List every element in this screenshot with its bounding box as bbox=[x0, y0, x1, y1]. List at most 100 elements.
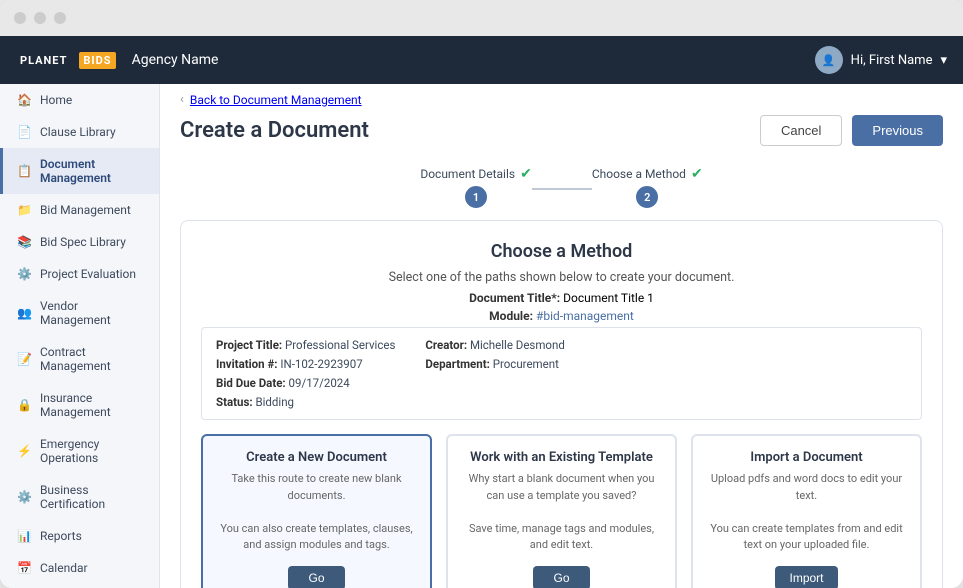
bid-management-icon: 📁 bbox=[17, 203, 32, 217]
sidebar-item-contract-management[interactable]: 📝 Contract Management bbox=[0, 336, 159, 382]
method-card-title-import: Import a Document bbox=[750, 450, 862, 465]
sidebar-item-admin[interactable]: 👤 Admin bbox=[0, 584, 159, 588]
invitation-label: Invitation #: bbox=[216, 357, 278, 371]
method-card-existing-template[interactable]: Work with an Existing Template Why start… bbox=[446, 434, 677, 588]
method-card-title-create-new: Create a New Document bbox=[246, 450, 387, 465]
method-card-import[interactable]: Import a Document Upload pdfs and word d… bbox=[691, 434, 922, 588]
sidebar-item-label: Clause Library bbox=[40, 125, 116, 139]
doc-title-label: Document Title*: bbox=[469, 291, 560, 305]
avatar: 👤 bbox=[815, 46, 843, 74]
sidebar-item-label: Bid Management bbox=[40, 203, 131, 217]
module-label: Module: bbox=[489, 309, 533, 323]
titlebar-dot-red bbox=[14, 12, 26, 24]
previous-button[interactable]: Previous bbox=[852, 115, 943, 146]
vendor-management-icon: 👥 bbox=[17, 306, 32, 320]
method-cards: Create a New Document Take this route to… bbox=[201, 434, 922, 588]
sidebar-item-document-management[interactable]: 📋 Document Management bbox=[0, 148, 159, 194]
main-content: ‹ Back to Document Management Create a D… bbox=[160, 84, 963, 588]
module-value[interactable]: #bid-management bbox=[536, 309, 634, 323]
sidebar-item-label: Contract Management bbox=[40, 345, 145, 373]
method-card-desc-existing-template: Why start a blank document when you can … bbox=[460, 471, 663, 554]
step-1-label: Document Details bbox=[420, 167, 515, 181]
home-icon: 🏠 bbox=[17, 93, 32, 107]
invitation-detail: Invitation #: IN-102-2923907 bbox=[216, 357, 395, 371]
user-label: Hi, First Name bbox=[851, 53, 933, 68]
sidebar-item-label: Project Evaluation bbox=[40, 267, 136, 281]
method-card-button-existing-template[interactable]: Go bbox=[533, 566, 589, 588]
method-card-desc-import: Upload pdfs and word docs to edit your t… bbox=[705, 471, 908, 554]
invitation-value: IN-102-2923907 bbox=[280, 357, 362, 371]
sidebar-item-vendor-management[interactable]: 👥 Vendor Management bbox=[0, 290, 159, 336]
sidebar-item-home[interactable]: 🏠 Home bbox=[0, 84, 159, 116]
step-1: Document Details ✔ 1 bbox=[420, 166, 532, 208]
logo-bids: BIDS bbox=[79, 52, 115, 69]
sidebar-item-label: Reports bbox=[40, 529, 82, 543]
insurance-management-icon: 🔒 bbox=[17, 398, 32, 412]
bid-due-detail: Bid Due Date: 09/17/2024 bbox=[216, 376, 395, 390]
department-label: Department: bbox=[425, 357, 489, 371]
reports-icon: 📊 bbox=[17, 529, 32, 543]
creator-detail: Creator: Michelle Desmond bbox=[425, 338, 564, 352]
detail-row: Project Title: Professional Services Inv… bbox=[201, 327, 922, 420]
method-card-desc-create-new: Take this route to create new blank docu… bbox=[215, 471, 418, 554]
step-2-circle: 2 bbox=[636, 186, 658, 208]
method-card-button-import[interactable]: Import bbox=[775, 566, 837, 588]
status-value: Bidding bbox=[255, 395, 294, 409]
sidebar-item-business-certification[interactable]: ⚙️ Business Certification bbox=[0, 474, 159, 520]
titlebar-dot-green bbox=[54, 12, 66, 24]
logo-planet: PLANET bbox=[16, 52, 71, 69]
method-card-create-new[interactable]: Create a New Document Take this route to… bbox=[201, 434, 432, 588]
department-value: Procurement bbox=[493, 357, 559, 371]
breadcrumb: ‹ Back to Document Management bbox=[160, 84, 963, 107]
document-management-icon: 📋 bbox=[17, 164, 32, 178]
header-buttons: Cancel Previous bbox=[760, 115, 943, 146]
sidebar-item-bid-management[interactable]: 📁 Bid Management bbox=[0, 194, 159, 226]
sidebar-item-calendar[interactable]: 📅 Calendar bbox=[0, 552, 159, 584]
sidebar-item-emergency-operations[interactable]: ⚡ Emergency Operations bbox=[0, 428, 159, 474]
topnav: PLANETBIDS Agency Name 👤 Hi, First Name … bbox=[0, 36, 963, 84]
page-title: Create a Document bbox=[180, 118, 369, 143]
step-2-check-icon: ✔ bbox=[691, 166, 703, 182]
clause-library-icon: 📄 bbox=[17, 125, 32, 139]
sidebar-item-label: Home bbox=[40, 93, 72, 107]
sidebar-item-bid-spec-library[interactable]: 📚 Bid Spec Library bbox=[0, 226, 159, 258]
sidebar-item-clause-library[interactable]: 📄 Clause Library bbox=[0, 116, 159, 148]
calendar-icon: 📅 bbox=[17, 561, 32, 575]
project-title-label: Project Title: bbox=[216, 338, 282, 352]
project-evaluation-icon: ⚙️ bbox=[17, 267, 32, 281]
step-1-check-icon: ✔ bbox=[520, 166, 532, 182]
card-area: Choose a Method Select one of the paths … bbox=[180, 220, 943, 588]
back-arrow-icon: ‹ bbox=[180, 92, 184, 107]
page-header: Create a Document Cancel Previous bbox=[160, 107, 963, 160]
sidebar-item-label: Vendor Management bbox=[40, 299, 145, 327]
emergency-operations-icon: ⚡ bbox=[17, 444, 32, 458]
sidebar-item-label: Insurance Management bbox=[40, 391, 145, 419]
module-info: Module: #bid-management bbox=[201, 309, 922, 323]
bid-spec-library-icon: 📚 bbox=[17, 235, 32, 249]
sidebar-item-label: Document Management bbox=[40, 157, 145, 185]
bid-due-label: Bid Due Date: bbox=[216, 376, 286, 390]
sidebar: 🏠 Home 📄 Clause Library 📋 Document Manag… bbox=[0, 84, 160, 588]
breadcrumb-link[interactable]: Back to Document Management bbox=[190, 93, 362, 107]
doc-title-value: Document Title 1 bbox=[563, 291, 654, 305]
titlebar bbox=[0, 0, 963, 36]
detail-col-right: Creator: Michelle Desmond Department: Pr… bbox=[425, 338, 564, 409]
method-card-button-create-new[interactable]: Go bbox=[288, 566, 344, 588]
user-menu[interactable]: 👤 Hi, First Name ▾ bbox=[815, 46, 947, 74]
sidebar-item-insurance-management[interactable]: 🔒 Insurance Management bbox=[0, 382, 159, 428]
sidebar-item-label: Calendar bbox=[40, 561, 88, 575]
cancel-button[interactable]: Cancel bbox=[760, 115, 842, 146]
sidebar-item-project-evaluation[interactable]: ⚙️ Project Evaluation bbox=[0, 258, 159, 290]
chevron-down-icon: ▾ bbox=[940, 53, 947, 68]
titlebar-dot-yellow bbox=[34, 12, 46, 24]
stepper: Document Details ✔ 1 Choose a Method ✔ 2 bbox=[160, 160, 963, 220]
card-subtitle: Select one of the paths shown below to c… bbox=[201, 270, 922, 285]
sidebar-item-label: Business Certification bbox=[40, 483, 145, 511]
doc-title-info: Document Title*: Document Title 1 bbox=[201, 291, 922, 305]
business-certification-icon: ⚙️ bbox=[17, 490, 32, 504]
project-title-value: Professional Services bbox=[285, 338, 395, 352]
sidebar-item-reports[interactable]: 📊 Reports bbox=[0, 520, 159, 552]
step-2: Choose a Method ✔ 2 bbox=[592, 166, 703, 208]
detail-col-left: Project Title: Professional Services Inv… bbox=[216, 338, 395, 409]
project-title-detail: Project Title: Professional Services bbox=[216, 338, 395, 352]
